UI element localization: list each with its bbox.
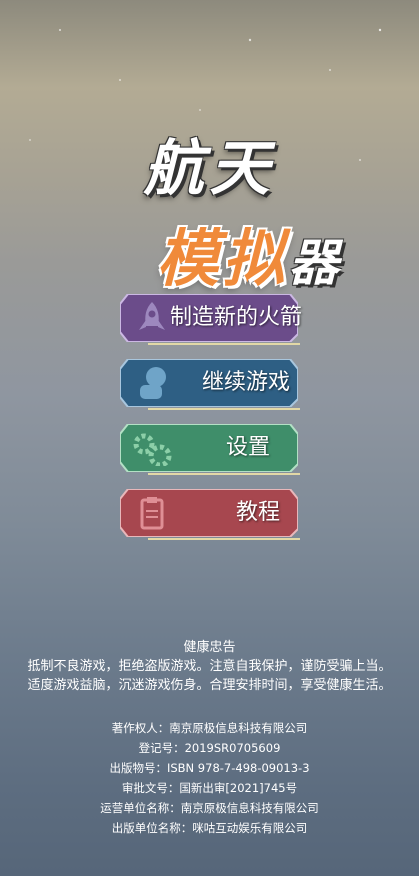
health-advice-line-1: 抵制不良游戏，拒绝盗版游戏。注意自我保护，谨防受骗上当。 <box>27 659 392 674</box>
new-rocket-underline <box>148 343 300 345</box>
tutorial-underline <box>148 538 300 540</box>
astronaut-icon <box>140 367 166 399</box>
game-title-main: 模拟 <box>156 222 289 295</box>
continue-game-label: 继续游戏 <box>202 370 291 395</box>
game-title-line2: 模拟器 <box>40 208 419 298</box>
publisher-name: 出版单位名称：咪咕互动娱乐有限公司 <box>111 821 308 835</box>
new-rocket-label: 制造新的火箭 <box>170 305 303 330</box>
clipboard-icon <box>140 497 164 530</box>
settings-button[interactable]: 设置 <box>120 424 298 472</box>
gear-icon <box>133 433 172 466</box>
copyright-holder: 著作权人：南京原极信息科技有限公司 <box>111 721 308 735</box>
tutorial-label: 教程 <box>236 500 281 525</box>
health-advice-line-2: 适度游戏益脑，沉迷游戏伤身。合理安排时间，享受健康生活。 <box>27 678 392 693</box>
approval-number: 审批文号：国新出审[2021]745号 <box>121 781 298 795</box>
tutorial-button[interactable]: 教程 <box>120 489 298 537</box>
continue-game-button[interactable]: 继续游戏 <box>120 359 298 407</box>
game-title-tail: 器 <box>288 234 343 292</box>
operator-name: 运营单位名称：南京原极信息科技有限公司 <box>100 801 319 815</box>
game-title-line1: 航天 <box>143 134 276 204</box>
continue-game-underline <box>148 408 300 410</box>
settings-underline <box>148 473 300 475</box>
settings-label: 设置 <box>226 435 271 460</box>
registration-number: 登记号：2019SR0705609 <box>138 741 281 755</box>
publication-number: 出版物号：ISBN 978-7-498-09013-3 <box>109 761 310 775</box>
health-advice-title: 健康忠告 <box>183 640 236 655</box>
rocket-icon <box>139 302 165 330</box>
new-rocket-button[interactable]: 制造新的火箭 <box>120 294 302 342</box>
